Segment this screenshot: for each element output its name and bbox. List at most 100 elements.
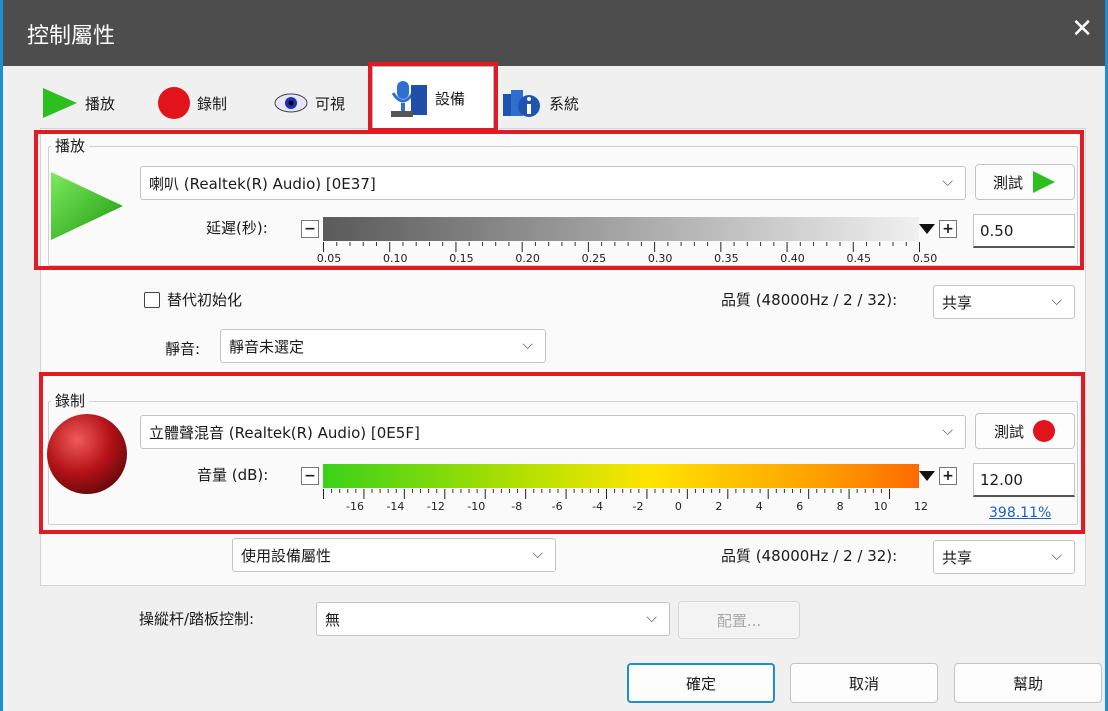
window-title: 控制屬性 [27, 24, 116, 49]
tick-label: 0.30 [647, 252, 673, 265]
tick-label: 0.50 [912, 252, 938, 265]
joystick-select[interactable]: 無 ⌵ [316, 602, 670, 636]
volume-percent-link[interactable]: 398.11% [989, 505, 1051, 521]
tick-label: -16 [346, 500, 364, 513]
record-quality-label: 品質 (48000Hz / 2 / 32): [721, 547, 898, 565]
tick-label: -14 [386, 500, 405, 513]
volume-slider-thumb[interactable] [919, 471, 935, 481]
tab-visual-label: 可視 [315, 94, 346, 113]
tick-label: 0.25 [581, 252, 607, 265]
tab-playback[interactable]: 播放 [39, 75, 149, 131]
cancel-button[interactable]: 取消 [790, 663, 938, 703]
title-bar: 控制屬性 ✕ [3, 0, 1105, 66]
tick-label: -8 [511, 500, 523, 513]
alt-init-label: 替代初始化 [167, 291, 243, 309]
tick-label: 0 [674, 500, 682, 513]
tick-label: -10 [467, 500, 486, 513]
chevron-down-icon: ⌵ [1051, 548, 1062, 564]
record-device-value: 立體聲混音 (Realtek(R) Audio) [0E5F] [149, 423, 420, 442]
mute-select[interactable]: 靜音未選定 ⌵ [220, 329, 546, 363]
tick-label: 0.10 [382, 252, 408, 265]
record-test-label: 測試 [993, 422, 1024, 441]
chevron-down-icon: ⌵ [522, 337, 533, 353]
help-label: 幫助 [1012, 674, 1043, 693]
volume-value-field[interactable]: 12.00 [973, 463, 1075, 497]
play-icon [51, 172, 123, 240]
close-button[interactable]: ✕ [1071, 14, 1093, 44]
playback-quality-label: 品質 (48000Hz / 2 / 32): [721, 291, 898, 309]
volume-value: 12.00 [980, 470, 1023, 489]
device-props-select[interactable]: 使用設備屬性 ⌵ [232, 538, 556, 572]
tab-device[interactable]: 設備 [372, 66, 494, 130]
volume-decrease-button[interactable]: − [301, 467, 319, 485]
playback-test-label: 測試 [992, 173, 1023, 192]
tick-label: 0.20 [515, 252, 540, 265]
playback-quality-value: 共享 [942, 293, 973, 312]
record-test-button[interactable]: 測試 [975, 413, 1075, 449]
latency-label: 延遲(秒): [206, 219, 268, 237]
record-quality-value: 共享 [942, 548, 973, 567]
tab-record-label: 錄制 [197, 94, 228, 113]
tick-label: 0.05 [316, 252, 342, 265]
record-icon [47, 414, 127, 494]
tick-label: 0.40 [780, 252, 805, 265]
mute-value: 靜音未選定 [229, 337, 305, 356]
tick-label: 0.35 [714, 252, 739, 265]
play-icon [43, 88, 77, 118]
playback-device-value: 喇叭 (Realtek(R) Audio) [0E37] [149, 174, 376, 193]
volume-label: 音量 (dB): [197, 466, 269, 484]
configure-button[interactable]: 配置... [678, 601, 800, 639]
tick-label: 4 [755, 500, 763, 513]
tick-label: -12 [426, 500, 445, 513]
playback-test-button[interactable]: 測試 [975, 164, 1075, 200]
ok-label: 確定 [685, 674, 716, 693]
volume-slider-track[interactable] [323, 464, 919, 488]
playback-device-select[interactable]: 喇叭 (Realtek(R) Audio) [0E37] ⌵ [140, 166, 966, 200]
latency-value-field[interactable]: 0.50 [973, 214, 1075, 248]
system-info-icon [503, 90, 540, 117]
tick-label: -6 [551, 500, 563, 513]
joystick-value: 無 [325, 610, 341, 629]
latency-slider-thumb[interactable] [919, 224, 935, 234]
tab-playback-label: 播放 [85, 94, 116, 113]
latency-slider-track[interactable] [323, 217, 919, 241]
chevron-down-icon: ⌵ [942, 423, 953, 439]
chevron-down-icon: ⌵ [532, 546, 543, 562]
play-icon [1033, 171, 1055, 193]
tab-system-label: 系統 [549, 94, 580, 113]
device-icon [391, 80, 427, 117]
tick-label: -4 [592, 500, 604, 513]
tab-device-label: 設備 [435, 90, 466, 108]
latency-decrease-button[interactable]: − [301, 220, 319, 238]
chevron-down-icon: ⌵ [942, 174, 953, 190]
configure-label: 配置... [716, 611, 762, 630]
tab-record[interactable]: 錄制 [157, 75, 257, 131]
alt-init-checkbox[interactable] [144, 292, 160, 308]
help-button[interactable]: 幫助 [954, 663, 1102, 703]
ok-button[interactable]: 確定 [627, 663, 775, 703]
tick-label: 0.15 [449, 252, 474, 265]
chevron-down-icon: ⌵ [646, 610, 657, 626]
record-quality-select[interactable]: 共享 ⌵ [933, 540, 1075, 574]
tab-visual[interactable]: 可視 [273, 75, 369, 131]
tick-label: 0.45 [846, 252, 872, 265]
tick-label: 8 [836, 500, 844, 513]
chevron-down-icon: ⌵ [1051, 293, 1062, 309]
tab-system[interactable]: 系統 [501, 75, 611, 131]
eye-icon [274, 93, 308, 113]
latency-value: 0.50 [980, 221, 1014, 240]
playback-quality-select[interactable]: 共享 ⌵ [933, 285, 1075, 319]
tick-label: 2 [715, 500, 723, 513]
tick-label: -2 [632, 500, 644, 513]
record-icon [1033, 420, 1055, 442]
record-device-select[interactable]: 立體聲混音 (Realtek(R) Audio) [0E5F] ⌵ [140, 415, 966, 449]
volume-increase-button[interactable]: + [939, 467, 957, 485]
dialog-window: 控制屬性 ✕ 播放 錄制 可視 設備 系統 播放 喇叭 (Realtek(R) … [0, 0, 1108, 711]
record-icon [158, 87, 190, 119]
cancel-label: 取消 [848, 674, 879, 693]
mute-label: 靜音: [165, 340, 201, 358]
record-group-label: 錄制 [51, 390, 90, 411]
tick-label: 6 [796, 500, 804, 513]
joystick-label: 操縱杆/踏板控制: [139, 610, 255, 628]
latency-increase-button[interactable]: + [939, 220, 957, 238]
